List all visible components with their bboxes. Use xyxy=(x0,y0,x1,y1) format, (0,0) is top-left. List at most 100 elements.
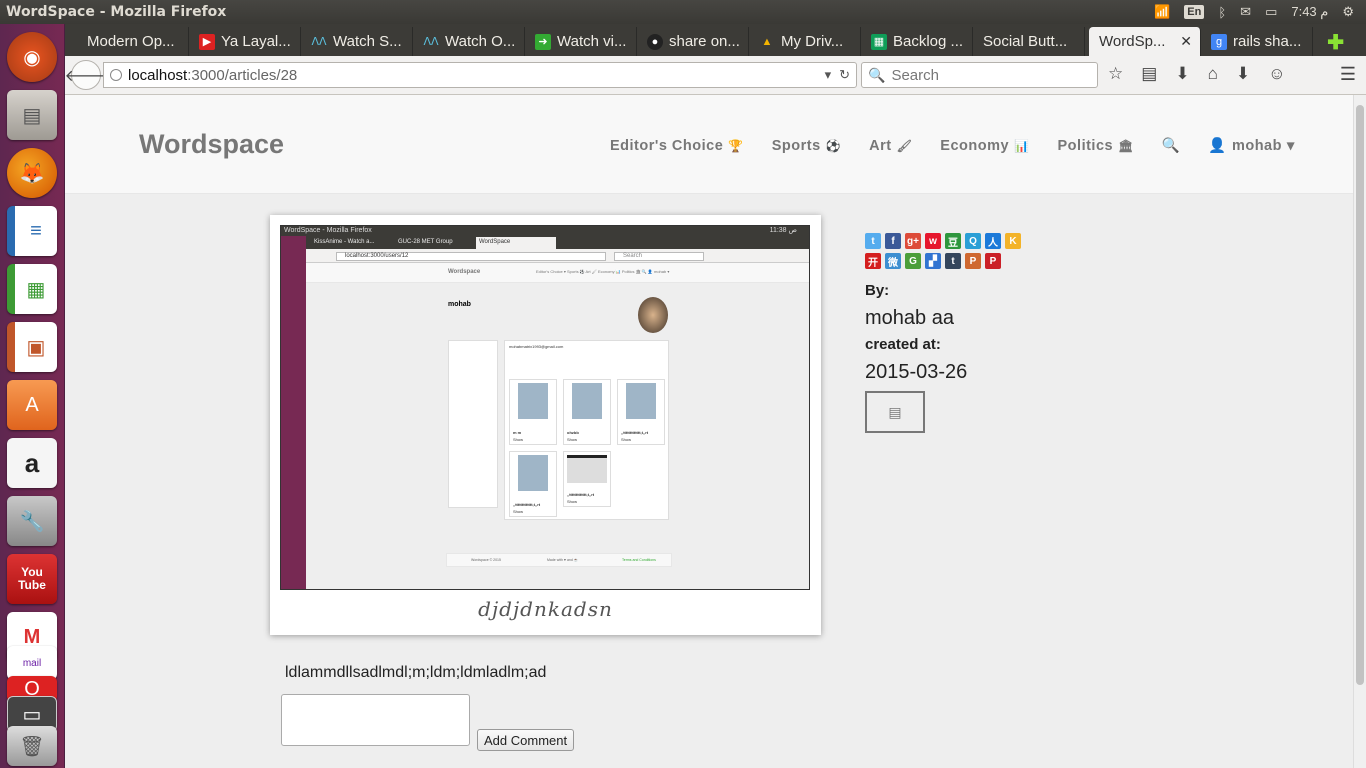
inner-page: mohab mohabmatrix1993@gmail.com m m Show … xyxy=(306,283,809,589)
keyboard-layout-indicator[interactable]: En xyxy=(1184,5,1205,19)
tab[interactable]: ➜ Watch vi... xyxy=(525,27,637,56)
chat-icon[interactable]: ☺ xyxy=(1268,64,1285,84)
nav-sports[interactable]: Sports ⚽ xyxy=(772,137,841,154)
add-comment-button[interactable]: Add Comment xyxy=(477,729,575,751)
site-brand[interactable]: Wordspace xyxy=(139,129,284,160)
bookmark-star-icon[interactable]: ☆ xyxy=(1108,64,1123,84)
user-icon: 👤 xyxy=(1208,138,1227,154)
inner-card-title: ,,ttttttttttttt,t,,rt xyxy=(513,502,541,507)
clock[interactable]: 7:43 م xyxy=(1291,4,1328,20)
tab-label: Backlog ... xyxy=(893,33,964,50)
mail-icon[interactable]: ✉ xyxy=(1240,4,1251,20)
inner-card-show: Show xyxy=(567,437,578,442)
inner-brand: Wordspace xyxy=(448,269,481,275)
bluetooth-icon[interactable]: ᛒ xyxy=(1218,5,1226,20)
inner-clock: 11:38 ص xyxy=(769,227,797,234)
tab[interactable]: ▲ My Driv... xyxy=(749,27,861,56)
nav-art[interactable]: Art 🖌 xyxy=(869,137,912,154)
site-info-icon[interactable] xyxy=(110,69,122,81)
qzone-icon[interactable]: Q xyxy=(965,233,981,249)
tab[interactable]: Modern Op... xyxy=(77,27,189,56)
close-icon[interactable]: ✕ xyxy=(1180,33,1192,50)
plurk-icon[interactable]: P xyxy=(965,253,981,269)
broken-image-icon[interactable]: ▤ xyxy=(865,391,925,433)
nav-editors-choice[interactable]: Editor's Choice 🏆 xyxy=(610,137,744,154)
bar-chart-icon: 📊 xyxy=(1014,138,1030,153)
settings-icon[interactable]: 🔧 xyxy=(7,496,57,546)
amazon-icon[interactable]: a xyxy=(7,438,57,488)
inner-profile-name: mohab xyxy=(448,301,471,308)
tumblr-icon[interactable]: t xyxy=(945,253,961,269)
pinterest-icon[interactable]: P xyxy=(985,253,1001,269)
inner-card: ,,ttttttttttttt,t,,rt Show xyxy=(617,379,665,445)
sheets-icon: ▦ xyxy=(871,33,887,50)
inner-card-show: Show xyxy=(513,509,524,514)
download-icon[interactable]: ⬇ xyxy=(1175,64,1189,84)
author-name[interactable]: mohab aa xyxy=(865,307,954,330)
site-nav: Editor's Choice 🏆 Sports ⚽ Art 🖌 Economy 📊 P… xyxy=(610,137,1323,155)
renren-icon[interactable]: 人 xyxy=(985,233,1001,249)
calc-icon[interactable]: ▦ xyxy=(7,264,57,314)
tab[interactable]: Social Butt... xyxy=(973,27,1085,56)
created-at-date: 2015-03-26 xyxy=(865,361,968,383)
user-name: mohab xyxy=(1231,137,1282,154)
home-icon[interactable]: ⌂ xyxy=(1208,64,1218,84)
top-panel: WordSpace - Mozilla Firefox 📶 En ᛒ ✉ ▭ 7… xyxy=(0,0,1366,24)
tab[interactable]: ● share on... xyxy=(637,27,749,56)
comment-input[interactable] xyxy=(281,694,470,746)
yahoo-mail-icon[interactable]: mail xyxy=(7,646,57,680)
page-scrollbar[interactable] xyxy=(1353,95,1366,768)
twitter-icon[interactable]: t xyxy=(865,233,881,249)
douban-icon[interactable]: 豆 xyxy=(945,233,961,249)
impress-icon[interactable]: ▣ xyxy=(7,322,57,372)
tab[interactable]: ᐱᐱ Watch O... xyxy=(413,27,525,56)
tab[interactable]: ▶ Ya Layal... xyxy=(189,27,301,56)
firefox-icon[interactable]: 🦊 xyxy=(7,148,57,198)
wifi-icon[interactable]: 📶 xyxy=(1154,4,1170,20)
tab[interactable]: g rails sha... xyxy=(1201,27,1313,56)
tencent-weibo-icon[interactable]: 微 xyxy=(885,253,901,269)
reading-list-icon[interactable]: ▤ xyxy=(1141,64,1157,84)
site-search-icon[interactable]: 🔍 xyxy=(1162,137,1181,154)
nav-politics[interactable]: Politics 🏛 xyxy=(1058,137,1134,154)
kaixin-icon[interactable]: K xyxy=(1005,233,1021,249)
trophy-icon: 🏆 xyxy=(728,138,744,153)
search-input[interactable]: 🔍 Search xyxy=(861,62,1098,88)
page-viewport: Wordspace Editor's Choice 🏆 Sports ⚽ Art 🖌 … xyxy=(65,95,1353,768)
tab-label: share on... xyxy=(669,33,740,50)
ubuntu-dash-icon[interactable]: ◉ xyxy=(7,32,57,82)
url-bar[interactable]: localhost:3000/articles/28 ▾ ↻ xyxy=(103,62,857,88)
weibo-icon[interactable]: w xyxy=(925,233,941,249)
battery-icon[interactable]: ▭ xyxy=(1265,4,1277,20)
trash-icon[interactable]: 🗑 xyxy=(7,726,57,766)
files-icon[interactable]: ▤ xyxy=(7,90,57,140)
google-icon: g xyxy=(1211,33,1227,50)
inner-card-title: ,,ttttttttttttt,t,,rt xyxy=(621,430,649,435)
user-menu[interactable]: 👤 mohab ▾ xyxy=(1208,137,1294,155)
scrollbar-thumb[interactable] xyxy=(1356,105,1364,685)
youtube-icon[interactable]: You Tube xyxy=(7,554,57,604)
google-bookmark-icon[interactable]: G xyxy=(905,253,921,269)
window-title: WordSpace - Mozilla Firefox xyxy=(6,4,227,20)
facebook-icon[interactable]: f xyxy=(885,233,901,249)
inner-card: ,,ttttttttttttt,t,,rt Show xyxy=(509,451,557,517)
reload-icon[interactable]: ↻ xyxy=(839,67,850,83)
url-host: localhost xyxy=(128,66,188,84)
pocket-icon[interactable]: ⬇ xyxy=(1236,64,1250,84)
new-tab-button[interactable]: ✚ xyxy=(1327,30,1344,55)
nav-economy[interactable]: Economy 📊 xyxy=(940,137,1029,154)
inner-sidebar xyxy=(448,340,498,508)
writer-icon[interactable]: ≡ xyxy=(7,206,57,256)
delicious-icon[interactable]: ▞ xyxy=(925,253,941,269)
dropdown-icon[interactable]: ▾ xyxy=(825,67,832,83)
watch-site-icon: ᐱᐱ xyxy=(423,36,439,48)
tab[interactable]: ᐱᐱ Watch S... xyxy=(301,27,413,56)
kaixin001-icon[interactable]: 开 xyxy=(865,253,881,269)
google-plus-icon[interactable]: g+ xyxy=(905,233,921,249)
tab[interactable]: ▦ Backlog ... xyxy=(861,27,973,56)
gear-icon[interactable]: ⚙ xyxy=(1342,4,1354,20)
menu-icon[interactable]: ☰ xyxy=(1340,64,1356,85)
back-button[interactable]: 🡐 xyxy=(65,60,107,90)
software-center-icon[interactable]: A xyxy=(7,380,57,430)
tab-active[interactable]: WordSp... ✕ xyxy=(1089,27,1201,56)
